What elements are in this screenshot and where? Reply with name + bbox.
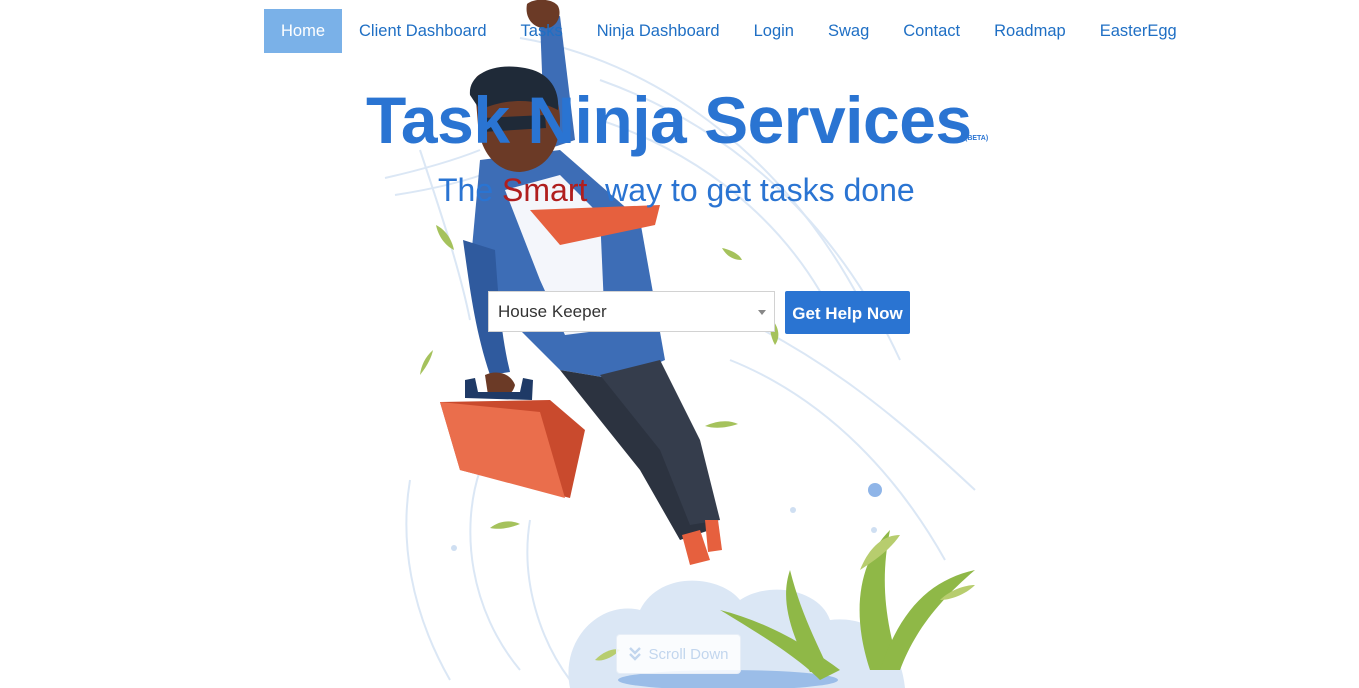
tagline: The Smart way to get tasks done — [438, 170, 915, 210]
scroll-down-label: Scroll Down — [648, 645, 729, 663]
scroll-down-button[interactable]: Scroll Down — [616, 634, 741, 674]
task-type-select[interactable]: House Keeper — [488, 291, 775, 332]
nav-login-link[interactable]: Login — [737, 9, 811, 53]
double-chevron-down-icon — [629, 647, 642, 661]
tagline-prefix: The — [438, 172, 503, 208]
page-title: Task Ninja Services — [366, 83, 972, 157]
nav-tasks-link[interactable]: Tasks — [504, 9, 580, 53]
tagline-highlight: Smart — [502, 172, 588, 208]
nav-ninja-dashboard-link[interactable]: Ninja Dashboard — [580, 9, 737, 53]
nav-swag-link[interactable]: Swag — [811, 9, 886, 53]
nav-easteregg-link[interactable]: EasterEgg — [1083, 9, 1194, 53]
tagline-suffix: way to get tasks done — [587, 172, 915, 208]
main-nav: Home Client Dashboard Tasks Ninja Dashbo… — [264, 9, 1194, 53]
nav-contact-link[interactable]: Contact — [886, 9, 977, 53]
caret-down-icon — [758, 310, 766, 315]
beta-badge: (BETA) — [965, 135, 989, 142]
nav-roadmap-link[interactable]: Roadmap — [977, 9, 1083, 53]
nav-home-link[interactable]: Home — [264, 9, 343, 53]
nav-client-dashboard-link[interactable]: Client Dashboard — [342, 9, 504, 53]
get-help-now-button[interactable]: Get Help Now — [785, 291, 910, 334]
task-type-selected-value: House Keeper — [498, 302, 607, 321]
